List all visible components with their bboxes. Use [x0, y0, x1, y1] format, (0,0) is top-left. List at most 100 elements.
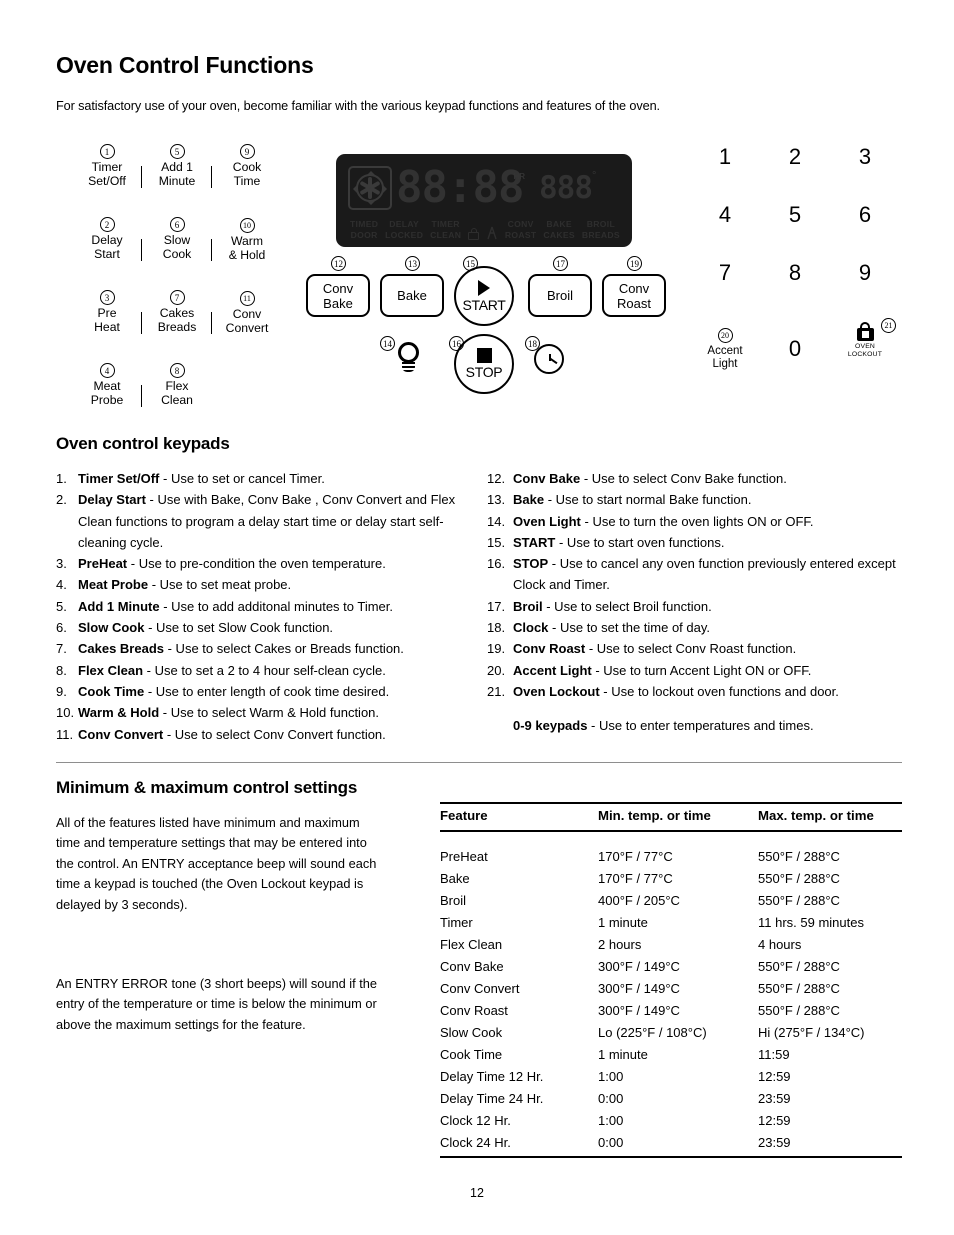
keypad-item-index: 17.	[487, 598, 506, 614]
table-row: Delay Time 12 Hr. 1:00 12:59	[440, 1065, 902, 1087]
keypad-item-index: 3.	[56, 556, 67, 572]
display-time-digits: 88:88	[396, 162, 524, 213]
keypad-item-text: Bake - Use to start normal Bake function…	[513, 492, 752, 508]
keypad-item-text: Flex Clean - Use to set a 2 to 4 hour se…	[78, 662, 386, 678]
table-cell-feature: Conv Convert	[440, 980, 520, 996]
keypad-description-item: 5. Add 1 Minute - Use to add additonal mi…	[56, 596, 456, 617]
table-cell-max: 550°F / 288°C	[758, 958, 840, 974]
keypad-item-text: Cook Time - Use to enter length of cook …	[78, 683, 390, 699]
keypad-item-index: 21.	[487, 683, 506, 699]
keypad-item-index: 6.	[56, 620, 67, 636]
table-cell-min: 300°F / 149°C	[598, 980, 680, 996]
keypad-description-item: 13. Bake - Use to start normal Bake funct…	[487, 489, 905, 510]
broil-button[interactable]: Broil	[528, 274, 592, 317]
callout-7: 7	[169, 290, 185, 305]
numpad-row: 20 Accent Light 0 21 OVEN LOCKOUT	[690, 318, 900, 376]
keypad-item-name: Add 1 Minute	[78, 598, 160, 614]
numpad-key-2[interactable]: 2	[760, 144, 830, 202]
callout-12: 12	[331, 256, 346, 271]
keypad-description-item: 17. Broil - Use to select Broil function.	[487, 596, 905, 617]
numpad-key-6[interactable]: 6	[830, 202, 900, 260]
legend-key-11: 11 Conv Convert	[211, 290, 282, 363]
keypad-description-list-right: 12. Conv Bake - Use to select Conv Bake f…	[487, 468, 905, 737]
table-row: Timer 1 minute 11 hrs. 59 minutes	[440, 911, 902, 933]
accent-light-button[interactable]: 20 Accent Light	[690, 318, 760, 376]
numpad-row: 789	[690, 260, 900, 318]
start-button[interactable]: START	[454, 266, 514, 326]
table-cell-feature: Clock 12 Hr.	[440, 1112, 511, 1128]
numpad-key-3[interactable]: 3	[830, 144, 900, 202]
keypad-item-text: Delay Start - Use with Bake, Conv Bake ,…	[78, 492, 456, 550]
legend-key-label: Delay Start	[91, 233, 123, 261]
table-row: Clock 24 Hr. 0:00 23:59	[440, 1131, 902, 1158]
numpad-key-0[interactable]: 0	[760, 318, 830, 376]
table-cell-max: 12:59	[758, 1068, 791, 1084]
keypad-item-text: Broil - Use to select Broil function.	[513, 598, 712, 614]
legend-key-10: 10 Warm & Hold	[211, 217, 282, 290]
keypad-item-text: STOP - Use to cancel any oven function p…	[513, 556, 896, 593]
keypad-item-index: 19.	[487, 641, 506, 657]
table-header-feature: Feature	[440, 805, 598, 832]
numpad-key-1[interactable]: 1	[690, 144, 760, 202]
table-cell-min: 0:00	[598, 1090, 624, 1106]
table-cell-min: 170°F / 77°C	[598, 848, 673, 864]
keypad-item-text: Oven Lockout - Use to lockout oven funct…	[513, 683, 839, 699]
numeric-keypads-note-name: 0-9 keypads	[513, 718, 588, 734]
numpad-key-5[interactable]: 5	[760, 202, 830, 260]
table-row: Delay Time 24 Hr. 0:00 23:59	[440, 1087, 902, 1109]
keypad-item-text: Accent Light - Use to turn Accent Light …	[513, 662, 812, 678]
intro-text: For satisfactory use of your oven, becom…	[56, 99, 660, 113]
callout-14: 14	[380, 336, 395, 351]
keypad-item-text: START - Use to start oven functions.	[513, 534, 725, 550]
light-bulb-icon	[398, 342, 419, 363]
oven-lockout-button[interactable]: 21 OVEN LOCKOUT	[830, 318, 900, 376]
padlock-icon	[856, 322, 874, 341]
conv-bake-button[interactable]: Conv Bake	[306, 274, 370, 317]
display-degree-symbol: °	[592, 170, 597, 182]
keypad-item-index: 9.	[56, 683, 67, 699]
stop-button-label: STOP	[465, 364, 503, 380]
callout-13: 13	[405, 256, 420, 271]
conv-roast-button[interactable]: Conv Roast	[602, 274, 666, 317]
bake-button[interactable]: Bake	[380, 274, 444, 317]
table-cell-max: 23:59	[758, 1131, 902, 1158]
table-cell-max: 550°F / 288°C	[758, 892, 840, 908]
display-indicator-conv: CONV ROAST	[504, 219, 537, 240]
table-row: PreHeat 170°F / 77°C 550°F / 288°C	[440, 845, 902, 867]
table-cell-feature: Bake	[440, 870, 470, 886]
table-row: Conv Bake 300°F / 149°C 550°F / 288°C	[440, 955, 902, 977]
numpad-key-8[interactable]: 8	[760, 260, 830, 318]
clock-button[interactable]	[534, 344, 564, 374]
keypad-item-index: 18.	[487, 620, 506, 636]
table-cell-min: 1:00	[598, 1068, 624, 1084]
start-button-label: START	[462, 296, 506, 313]
keypad-item-text: Cakes Breads - Use to select Cakes or Br…	[78, 641, 404, 657]
legend-row: 3 Pre Heat 7 Cakes Breads 11 Conv Convert	[72, 290, 282, 363]
numpad-key-9[interactable]: 9	[830, 260, 900, 318]
legend-row: 2 Delay Start 6 Slow Cook 10 Warm & Hold	[72, 217, 282, 290]
numpad-key-7[interactable]: 7	[690, 260, 760, 318]
oven-light-button[interactable]	[398, 342, 419, 372]
table-cell-max: 23:59	[758, 1090, 791, 1106]
legend-key-label: Cook Time	[232, 160, 262, 188]
display-indicator-timer: TIMER CLEAN	[430, 219, 462, 240]
table-cell-min: 170°F / 77°C	[598, 870, 673, 886]
display-indicator-timed: TIMED DOOR	[350, 219, 379, 240]
keypad-item-text: Timer Set/Off - Use to set or cancel Tim…	[78, 471, 325, 486]
keypad-item-text: Meat Probe - Use to set meat probe.	[78, 577, 292, 593]
keypad-item-text: Slow Cook - Use to set Slow Cook functio…	[78, 620, 334, 636]
callout-15: 15	[463, 256, 478, 271]
keypad-item-name: Oven Lockout	[513, 683, 600, 699]
table-cell-feature: Slow Cook	[440, 1024, 503, 1040]
table-row: Broil 400°F / 205°C 550°F / 288°C	[440, 889, 902, 911]
minmax-paragraph-2: An ENTRY ERROR tone (3 short beeps) will…	[56, 976, 378, 1032]
keypad-item-index: 10.	[56, 705, 75, 721]
minmax-heading: Minimum & maximum control settings	[56, 778, 358, 797]
table-cell-min: 300°F / 149°C	[598, 958, 680, 974]
keypad-description-list-left: 1. Timer Set/Off - Use to set or cancel T…	[56, 468, 456, 745]
keypad-item-index: 13.	[487, 492, 506, 508]
display-digits-area: 88:88 HR 888 °	[348, 162, 620, 214]
keypad-item-name: START	[513, 534, 556, 550]
table-cell-max: 550°F / 288°C	[758, 1002, 840, 1018]
numpad-key-4[interactable]: 4	[690, 202, 760, 260]
